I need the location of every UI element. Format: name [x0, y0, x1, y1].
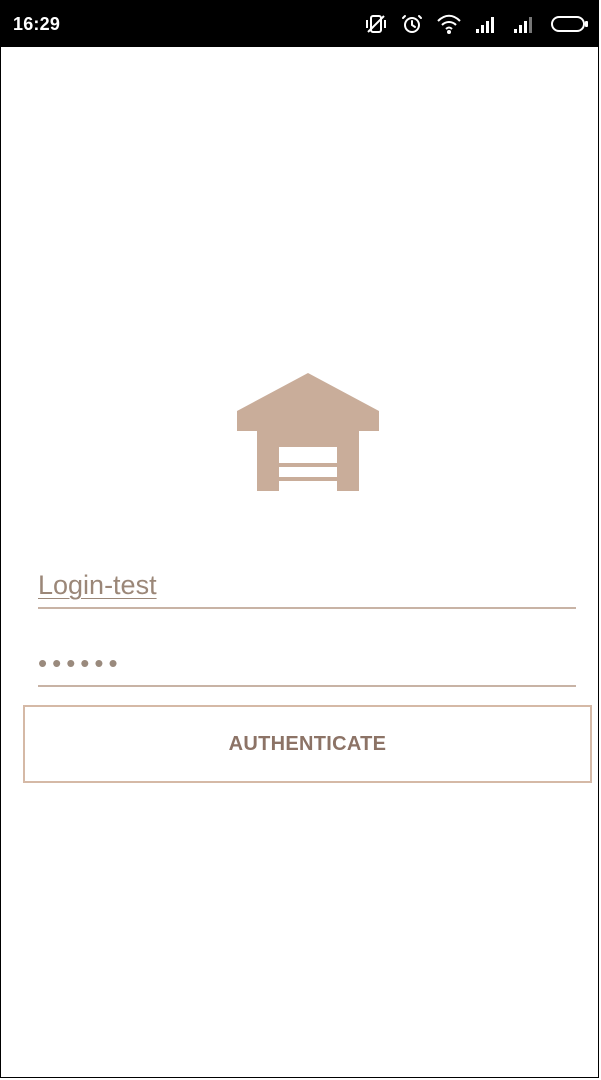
alarm-icon: [400, 12, 424, 36]
signal-icon: [474, 14, 500, 34]
battery-icon: [550, 14, 590, 34]
phone-screen: 16:29 Login-test •••••• AUTHENTICATE: [0, 0, 599, 1078]
status-bar: 16:29: [1, 1, 598, 47]
password-input[interactable]: [38, 641, 576, 685]
password-field[interactable]: [38, 641, 576, 687]
login-field[interactable]: [38, 563, 576, 609]
signal-weak-icon: [512, 14, 538, 34]
authenticate-label: AUTHENTICATE: [228, 732, 387, 755]
warehouse-icon: [237, 373, 379, 491]
login-input[interactable]: [38, 563, 576, 607]
authenticate-button[interactable]: AUTHENTICATE: [23, 705, 592, 783]
status-icons: [364, 12, 590, 36]
wifi-icon: [436, 12, 462, 36]
status-time: 16:29: [13, 13, 61, 34]
vibrate-off-icon: [364, 12, 388, 36]
